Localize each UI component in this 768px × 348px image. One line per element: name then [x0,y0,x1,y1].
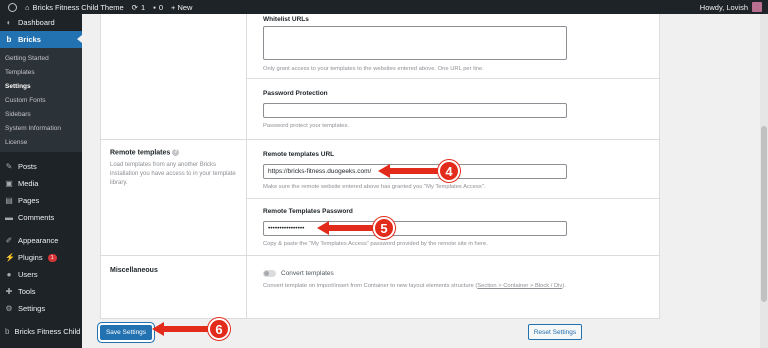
callout-6: 6 [152,318,230,340]
sidebar-item-media[interactable]: ▣ Media [0,175,82,192]
sidebar-item-comments[interactable]: ▬ Comments [0,209,82,226]
avatar [752,2,762,12]
submenu-custom-fonts[interactable]: Custom Fonts [0,93,82,107]
whitelist-textarea[interactable] [263,26,567,60]
plug-icon: ⚡ [5,253,15,262]
help-icon[interactable]: ? [172,149,180,156]
new-content-link[interactable]: + New [171,3,192,12]
bricks-icon: b [6,35,12,44]
sidebar-item-settings[interactable]: ⚙ Settings [0,300,82,317]
pin-icon: ✎ [5,162,13,171]
remote-templates-desc: Load templates from any another Bricks i… [110,162,236,186]
site-name-link[interactable]: ⌂ Bricks Fitness Child Theme [25,3,124,12]
remote-password-input[interactable] [263,221,567,236]
submenu-sidebars[interactable]: Sidebars [0,107,82,121]
submenu-getting-started[interactable]: Getting Started [0,51,82,65]
comments-link[interactable]: ▪ 0 [153,3,163,12]
callout-number-4: 4 [438,160,460,182]
admin-sidebar: ◐ Dashboard b Bricks Getting Started Templ… [0,14,106,348]
sidebar-item-posts[interactable]: ✎ Posts [0,158,82,175]
callout-number-6: 6 [208,318,230,340]
sidebar-item-bricks[interactable]: b Bricks [0,31,82,48]
password-protection-label: Password Protection [263,90,328,97]
admin-bar: ⌂ Bricks Fitness Child Theme ⟳ 1 ▪ 0 + New … [0,0,768,14]
arrow-left-icon [317,221,373,235]
submenu-system-information[interactable]: System Information [0,121,82,135]
remote-url-label: Remote templates URL [263,151,335,158]
arrow-left-icon [152,322,208,336]
callout-4: 4 [378,160,460,182]
sidebar-item-bricks-fitness[interactable]: b Bricks Fitness Child Theme [0,323,106,340]
sidebar-item-users[interactable]: ● Users [0,266,82,283]
submenu-templates[interactable]: Templates [0,65,82,79]
refresh-icon: ⟳ [131,2,138,12]
bricks-submenu: Getting Started Templates Settings Custo… [0,48,82,152]
page-scrollbar[interactable] [760,14,768,348]
reset-settings-button[interactable]: Reset Settings [528,324,582,340]
remote-password-label: Remote Templates Password [263,208,353,215]
account-menu[interactable]: Howdy, Lovish [700,0,762,14]
settings-icon: ⚙ [5,304,13,313]
plugins-update-badge: 1 [47,253,57,262]
brush-icon: ✐ [5,236,13,245]
sidebar-item-plugins[interactable]: ⚡ Plugins 1 [0,249,82,266]
convert-templates-label: Convert templates [281,270,334,277]
wrench-icon: ✚ [5,287,13,296]
arrow-left-icon [378,164,438,178]
sidebar-item-pages[interactable]: ▤ Pages [0,192,82,209]
sidebar-item-dashboard[interactable]: ◐ Dashboard [0,14,82,31]
submenu-license[interactable]: License [0,135,82,149]
sidebar-item-appearance[interactable]: ✐ Appearance [0,232,82,249]
callout-number-5: 5 [373,217,395,239]
save-settings-button[interactable]: Save Settings [100,325,152,340]
sidebar-item-tools[interactable]: ✚ Tools [0,283,82,300]
comment-icon: ▬ [5,213,13,222]
media-icon: ▣ [5,179,13,188]
home-icon: ⌂ [25,2,30,12]
dashboard-icon: ◐ [6,18,12,27]
convert-templates-toggle[interactable] [263,270,276,277]
layout-structure-link[interactable]: Section > Container > Block / Div [477,283,562,289]
password-protection-input[interactable] [263,103,567,118]
whitelist-label: Whitelist URLs [263,16,309,23]
scrollbar-thumb[interactable] [761,126,767,302]
callout-5: 5 [317,217,395,239]
comment-icon: ▪ [153,2,156,12]
submenu-settings[interactable]: Settings [0,79,82,93]
updates-link[interactable]: ⟳ 1 [132,3,145,12]
whitelist-desc: Only grant access to your templates to t… [263,66,484,72]
password-protection-desc: Password protect your templates. [263,123,350,129]
remote-password-desc: Copy & paste the "My Templates Access" p… [263,241,488,247]
remote-url-desc: Make sure the remote website entered abo… [263,184,486,190]
user-icon: ● [6,270,12,279]
convert-templates-desc: Convert template on import/insert from C… [263,283,566,289]
miscellaneous-heading: Miscellaneous [110,267,158,274]
page-icon: ▤ [5,196,13,205]
remote-templates-heading: Remote templates? [110,149,180,157]
bricks-icon: b [5,327,10,336]
wp-logo-icon[interactable] [8,2,17,12]
